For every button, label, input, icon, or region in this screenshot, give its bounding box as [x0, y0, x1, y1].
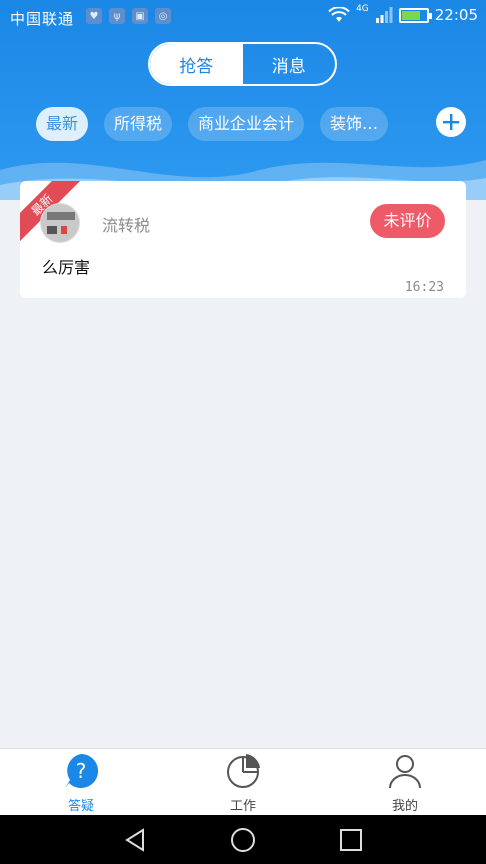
status-badge: 未评价 — [370, 204, 445, 238]
add-category-button[interactable] — [436, 107, 466, 137]
nav-label-work: 工作 — [229, 799, 256, 814]
signal-icon — [375, 7, 393, 23]
svg-text:?: ? — [76, 759, 87, 783]
question-content: 么厉害 — [42, 258, 91, 277]
network-type: 4G — [356, 4, 369, 14]
category-income-tax[interactable]: 所得税 — [104, 107, 173, 141]
usb-icon: ψ — [109, 8, 125, 24]
category-decoration[interactable]: 装饰… — [320, 107, 389, 141]
user-icon — [389, 755, 421, 789]
image-icon: ▣ — [132, 8, 148, 24]
system-navigation-bar — [0, 815, 486, 864]
health-icon: ♥ — [86, 8, 102, 24]
nav-item-qa[interactable]: ? 答疑 — [41, 753, 121, 814]
tab-qiangda[interactable]: 抢答 — [150, 44, 243, 84]
status-right: 4G 22:05 — [328, 4, 478, 24]
back-icon[interactable] — [123, 827, 149, 853]
header: 中国联通 ♥ ψ ▣ ◎ 4G 22:05 抢答 消息 最新 所得税 商业企业会… — [0, 0, 486, 200]
username: 流转税 — [102, 216, 151, 235]
nav-item-mine[interactable]: 我的 — [365, 753, 445, 814]
recents-icon[interactable] — [338, 827, 364, 853]
question-icon: ? — [65, 753, 99, 788]
question-card[interactable]: 最新 流转税 未评价 么厉害 16:23 — [20, 181, 466, 298]
app-icon: ◎ — [155, 8, 171, 24]
avatar[interactable] — [40, 203, 80, 243]
wifi-icon — [328, 7, 350, 22]
category-commercial-accounting[interactable]: 商业企业会计 — [188, 107, 305, 141]
nav-label-qa: 答疑 — [67, 799, 94, 814]
carrier-name: 中国联通 — [10, 10, 75, 28]
clock: 22:05 — [434, 6, 478, 24]
status-bar: 中国联通 ♥ ψ ▣ ◎ 4G 22:05 — [0, 0, 486, 34]
tab-messages[interactable]: 消息 — [243, 44, 336, 84]
notification-icons: ♥ ψ ▣ ◎ — [86, 8, 171, 24]
category-tabs: 最新 所得税 商业企业会计 装饰… — [36, 107, 406, 141]
battery-icon — [398, 7, 432, 23]
category-latest[interactable]: 最新 — [36, 107, 89, 141]
home-icon[interactable] — [230, 827, 256, 853]
nav-label-mine: 我的 — [391, 799, 418, 814]
plus-icon — [443, 114, 459, 130]
segmented-switch: 抢答 消息 — [148, 42, 337, 86]
post-time: 16:23 — [404, 280, 444, 295]
bottom-nav: ? 答疑 工作 我的 — [0, 748, 486, 815]
nav-item-work[interactable]: 工作 — [203, 753, 283, 814]
pie-chart-icon — [227, 754, 260, 788]
